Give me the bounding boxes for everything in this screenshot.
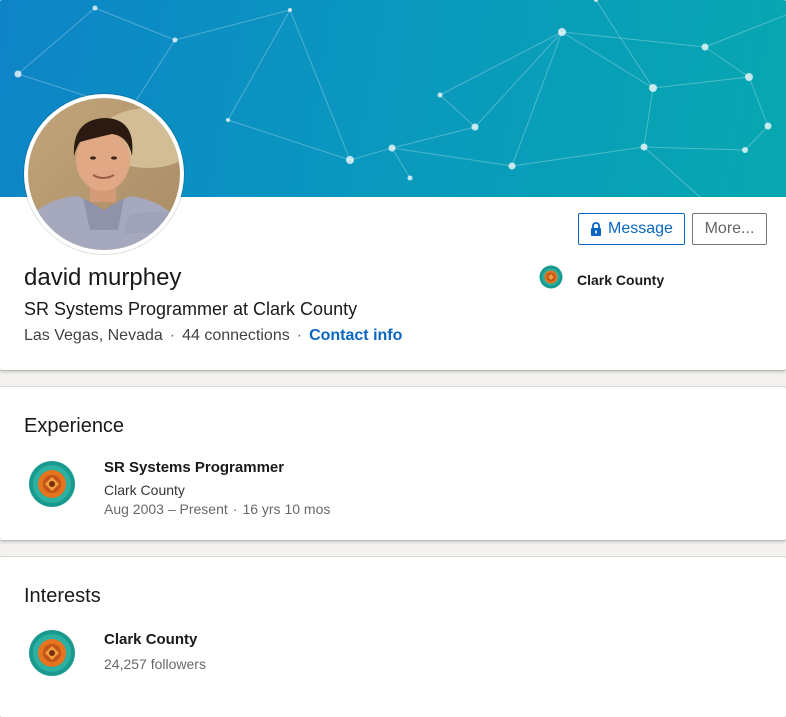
experience-dates: Aug 2003 – Present · 16 yrs 10 mos bbox=[104, 501, 330, 517]
separator-dot: · bbox=[169, 327, 176, 344]
message-button-label: Message bbox=[608, 220, 673, 237]
profile-connections: 44 connections bbox=[182, 327, 290, 344]
lock-icon bbox=[590, 221, 602, 237]
interest-name[interactable]: Clark County bbox=[104, 631, 197, 648]
current-company-name: Clark County bbox=[577, 271, 665, 288]
interests-section: Interests Clark County 24,257 followers bbox=[0, 557, 786, 717]
current-company-link[interactable]: Clark County bbox=[539, 265, 664, 294]
more-button[interactable]: More... bbox=[692, 213, 767, 245]
clark-county-seal-icon bbox=[539, 265, 563, 294]
interests-heading: Interests bbox=[24, 585, 101, 607]
clark-county-seal-icon[interactable] bbox=[28, 629, 76, 682]
more-button-label: More... bbox=[704, 220, 755, 237]
experience-role[interactable]: SR Systems Programmer bbox=[104, 459, 284, 476]
profile-location: Las Vegas, Nevada bbox=[24, 327, 163, 344]
avatar-photo-graphic bbox=[28, 98, 180, 250]
separator-dot: · bbox=[232, 501, 238, 517]
clark-county-seal-icon[interactable] bbox=[28, 460, 76, 513]
experience-date-range: Aug 2003 – Present bbox=[104, 501, 228, 517]
profile-top-card: Message More... david murphey SR Systems… bbox=[0, 0, 786, 370]
experience-duration: 16 yrs 10 mos bbox=[242, 501, 331, 517]
contact-info-link[interactable]: Contact info bbox=[309, 327, 402, 344]
profile-name: david murphey bbox=[24, 264, 182, 291]
profile-photo[interactable] bbox=[24, 94, 184, 254]
interest-followers: 24,257 followers bbox=[104, 656, 206, 672]
separator-dot: · bbox=[296, 327, 303, 344]
experience-company: Clark County bbox=[104, 482, 185, 498]
message-button[interactable]: Message bbox=[578, 213, 685, 245]
profile-meta: Las Vegas, Nevada · 44 connections · Contact… bbox=[24, 326, 402, 346]
experience-section: Experience SR Systems Programmer Clark C… bbox=[0, 387, 786, 540]
experience-heading: Experience bbox=[24, 415, 125, 437]
profile-headline: SR Systems Programmer at Clark County bbox=[24, 299, 358, 319]
